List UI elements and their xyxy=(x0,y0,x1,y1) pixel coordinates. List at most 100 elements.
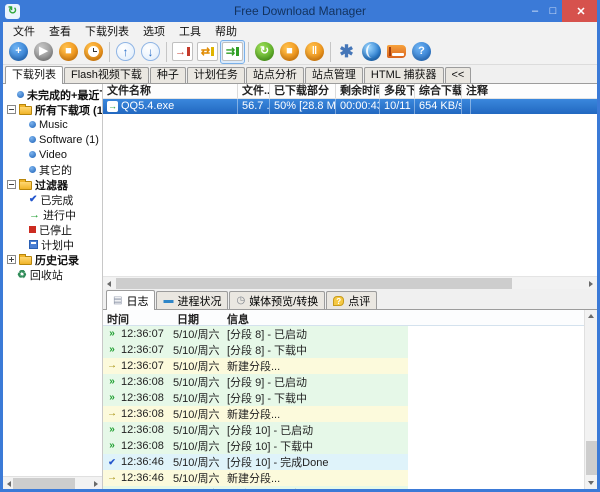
scroll-right-icon[interactable] xyxy=(94,481,98,487)
resume-all-button[interactable]: ↻ xyxy=(252,40,277,64)
sidebar-item-recent[interactable]: 未完成的+最近下载 xyxy=(3,87,102,102)
tab-comments[interactable]: ?点评 xyxy=(326,291,377,309)
column-downloaded[interactable]: 已下载部分 xyxy=(270,84,336,98)
scroll-down-icon[interactable] xyxy=(588,481,594,485)
tab-download-list[interactable]: 下载列表 xyxy=(5,66,63,84)
sidebar-item-software[interactable]: Software (1) xyxy=(3,132,102,147)
bottom-tabstrip: ▤日志 ▬进程状况 ◷ 媒体预览/转换 ?点评 xyxy=(103,289,597,310)
close-button[interactable]: ✕ xyxy=(562,0,600,22)
column-time-left[interactable]: 剩余时间 xyxy=(336,84,380,98)
menu-options[interactable]: 选项 xyxy=(136,22,172,40)
download-list-horizontal-scrollbar[interactable] xyxy=(103,276,597,289)
menu-download-list[interactable]: 下载列表 xyxy=(78,22,136,40)
menu-file[interactable]: 文件 xyxy=(6,22,42,40)
download-arrow-icon: → xyxy=(107,101,118,112)
log-row[interactable]: »12:36:085/10/周六[分段 10] - 下载中 xyxy=(103,438,597,454)
stop-download-button[interactable]: ■ xyxy=(56,40,81,64)
sidebar-item-filters[interactable]: 过滤器 xyxy=(3,177,102,192)
tab-site-explorer[interactable]: 站点分析 xyxy=(246,67,304,83)
sidebar-item-music[interactable]: Music xyxy=(3,117,102,132)
log-row[interactable]: →12:36:085/10/周六新建分段... xyxy=(103,406,597,422)
network-button[interactable] xyxy=(359,40,384,64)
sidebar-horizontal-scrollbar[interactable] xyxy=(3,476,102,489)
settings-button[interactable]: ✱ xyxy=(334,40,359,64)
column-sections[interactable]: 多段下... xyxy=(380,84,415,98)
collapse-icon[interactable] xyxy=(7,105,16,114)
toolbar: + ▶ ■ ↑ ↓ → ⇄ ⇉ ↻ ■ ‖ ✱ ? xyxy=(3,39,597,65)
log-vertical-scrollbar[interactable] xyxy=(584,310,597,489)
sidebar-item-completed[interactable]: ✔已完成 xyxy=(3,192,102,207)
speed-limit-low-button[interactable]: → xyxy=(170,40,195,64)
column-info[interactable]: 信息 xyxy=(223,310,597,325)
scroll-right-icon[interactable] xyxy=(589,281,593,287)
sidebar-item-in-progress[interactable]: →进行中 xyxy=(3,207,102,222)
log-row[interactable]: »12:36:465/10/周六[分段 11] - 已启动 xyxy=(103,486,597,492)
tab-site-manager[interactable]: 站点管理 xyxy=(305,67,363,83)
column-file-name[interactable]: 文件名称 xyxy=(103,84,238,98)
log-row[interactable]: ✔12:36:465/10/周六[分段 10] - 完成Done xyxy=(103,454,597,470)
tab-label: 媒体预览/转换 xyxy=(249,293,318,309)
sidebar-item-all-downloads[interactable]: 所有下载项 (1) xyxy=(3,102,102,117)
sidebar-item-video[interactable]: Video xyxy=(3,147,102,162)
history-button[interactable] xyxy=(384,40,409,64)
segment-start-icon: » xyxy=(103,393,121,403)
column-time[interactable]: 时间 xyxy=(103,310,173,325)
scheduler-button[interactable] xyxy=(81,40,106,64)
log-row[interactable]: »12:36:075/10/周六[分段 8] - 已启动 xyxy=(103,326,597,342)
sidebar-item-recycle-bin[interactable]: ♻回收站 xyxy=(3,267,102,282)
move-up-button[interactable]: ↑ xyxy=(113,40,138,64)
scroll-left-icon[interactable] xyxy=(7,481,11,487)
new-segment-icon: → xyxy=(103,409,121,419)
log-time: 12:36:46 xyxy=(121,456,173,468)
sidebar-item-label: 已停止 xyxy=(39,222,72,238)
speed-limit-medium-button[interactable]: ⇄ xyxy=(195,40,220,64)
log-message: [分段 11] - 已启动 xyxy=(223,486,408,492)
log-row[interactable]: →12:36:465/10/周六新建分段... xyxy=(103,470,597,486)
sidebar-item-stopped[interactable]: 已停止 xyxy=(3,222,102,237)
log-row[interactable]: »12:36:085/10/周六[分段 9] - 下载中 xyxy=(103,390,597,406)
download-row-selected[interactable]: →QQ5.4.exe 56.7 ... 50% [28.8 MB] 00:00:… xyxy=(103,99,597,114)
sidebar-item-scheduled[interactable]: 计划中 xyxy=(3,237,102,252)
scroll-left-icon[interactable] xyxy=(107,281,111,287)
log-row[interactable]: »12:36:085/10/周六[分段 9] - 已启动 xyxy=(103,374,597,390)
tab-collapse[interactable]: << xyxy=(445,67,472,83)
scrollbar-thumb[interactable] xyxy=(13,478,75,489)
window-title: Free Download Manager xyxy=(0,4,600,18)
sidebar-item-history[interactable]: 历史记录 xyxy=(3,252,102,267)
tab-progress[interactable]: ▬进程状况 xyxy=(156,291,228,309)
media-icon: ◷ xyxy=(236,296,245,306)
maximize-button[interactable]: □ xyxy=(544,0,562,22)
log-row[interactable]: »12:36:075/10/周六[分段 8] - 下载中 xyxy=(103,342,597,358)
tab-log[interactable]: ▤日志 xyxy=(106,290,155,310)
add-download-button[interactable]: + xyxy=(6,40,31,64)
scrollbar-thumb[interactable] xyxy=(116,278,512,289)
collapse-icon[interactable] xyxy=(7,180,16,189)
tab-flash-video[interactable]: Flash视频下载 xyxy=(64,67,149,83)
log-row[interactable]: →12:36:075/10/周六新建分段... xyxy=(103,358,597,374)
tab-scheduler[interactable]: 计划任务 xyxy=(187,67,245,83)
start-download-button[interactable]: ▶ xyxy=(31,40,56,64)
scroll-up-icon[interactable] xyxy=(588,314,594,318)
pause-all-button[interactable]: ‖ xyxy=(302,40,327,64)
menu-view[interactable]: 查看 xyxy=(42,22,78,40)
expand-icon[interactable] xyxy=(7,255,16,264)
column-date[interactable]: 日期 xyxy=(173,310,223,325)
stop-all-button[interactable]: ■ xyxy=(277,40,302,64)
segment-start-icon: » xyxy=(103,441,121,451)
menu-help[interactable]: 帮助 xyxy=(208,22,244,40)
column-file-size[interactable]: 文件... xyxy=(238,84,270,98)
column-speed[interactable]: 综合下载... xyxy=(415,84,462,98)
sidebar-item-other[interactable]: 其它的 xyxy=(3,162,102,177)
tab-torrents[interactable]: 种子 xyxy=(150,67,186,83)
tab-html-spider[interactable]: HTML 捕获器 xyxy=(364,67,444,83)
speed-limit-full-button[interactable]: ⇉ xyxy=(220,40,245,64)
tab-media-preview[interactable]: ◷ 媒体预览/转换 xyxy=(229,291,325,309)
column-comment[interactable]: 注释 xyxy=(462,84,597,98)
help-button[interactable]: ? xyxy=(409,40,434,64)
log-row[interactable]: »12:36:085/10/周六[分段 10] - 已启动 xyxy=(103,422,597,438)
scrollbar-thumb[interactable] xyxy=(586,441,597,475)
menu-tools[interactable]: 工具 xyxy=(172,22,208,40)
sidebar-item-label: 回收站 xyxy=(30,267,63,283)
move-down-button[interactable]: ↓ xyxy=(138,40,163,64)
minimize-button[interactable]: – xyxy=(526,0,544,22)
